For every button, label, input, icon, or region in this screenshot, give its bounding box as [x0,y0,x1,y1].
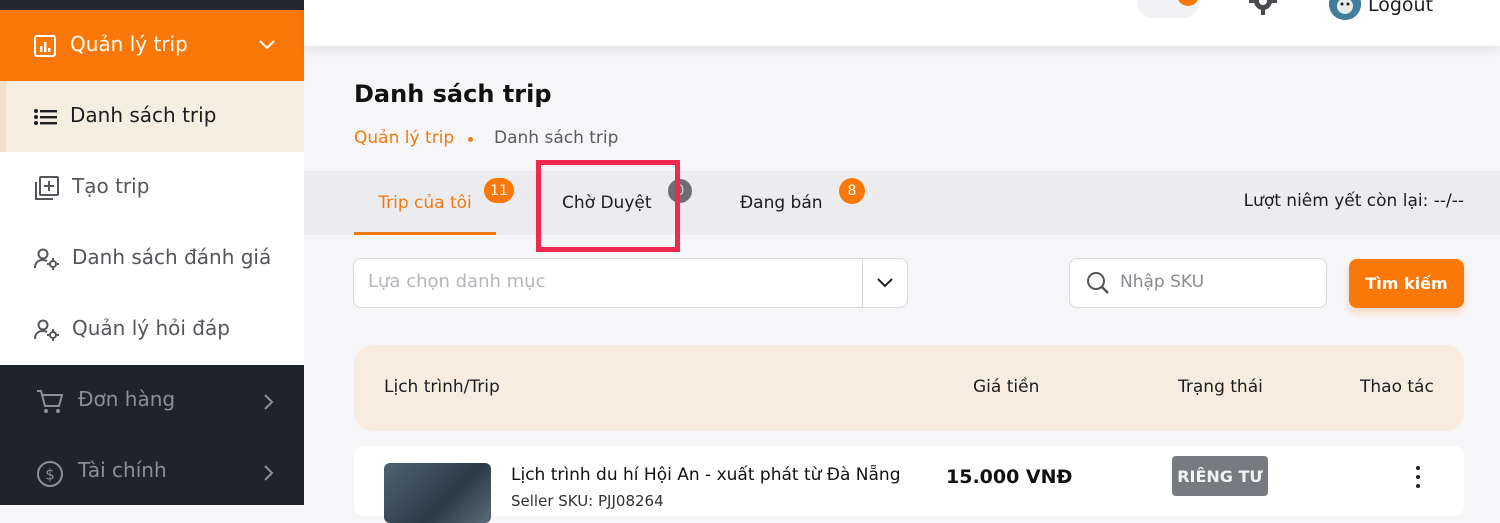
remaining-listings-text: Lượt niêm yết còn lại: --/-- [1243,191,1464,211]
sku-placeholder: Nhập SKU [1120,272,1205,292]
column-header-trip: Lịch trình/Trip [384,377,500,397]
status-badge: RIÊNG TƯ [1172,456,1268,496]
more-actions-icon[interactable] [1408,464,1428,494]
column-header-price: Giá tiền [973,377,1040,397]
search-button[interactable]: Tìm kiếm [1349,259,1464,308]
tab-label: Đang bán [740,193,823,213]
user-gear-icon [34,248,60,270]
search-icon [1086,271,1110,299]
user-gear-icon [34,319,60,341]
topbar: Logout [304,0,1500,46]
table-header: Lịch trình/Trip Giá tiền Trạng thái Thao… [354,345,1464,431]
tab-count-badge: 11 [484,178,514,203]
toggle-knob [1177,0,1199,6]
sidebar-item-label: Tài chính [78,458,167,482]
trip-thumbnail [384,463,491,523]
tab-label: Trip của tôi [378,193,472,213]
sidebar-item-label: Danh sách đánh giá [72,245,272,269]
sidebar-item-create-trip[interactable]: Tạo trip [0,152,304,223]
breadcrumb-item-trip-management[interactable]: Quản lý trip [354,128,454,148]
logout-link[interactable]: Logout [1368,0,1433,16]
chevron-down-icon[interactable] [875,273,895,297]
select-divider [862,259,863,307]
page-title: Danh sách trip [354,80,552,108]
dollar-icon: $ [36,460,64,488]
column-header-status: Trạng thái [1178,377,1263,397]
tab-count-badge: 8 [839,178,865,204]
sidebar-item-orders[interactable]: Đơn hàng [0,365,304,436]
sku-search-input[interactable]: Nhập SKU [1069,258,1327,308]
sidebar-item-label: Danh sách trip [70,103,217,127]
trip-price: 15.000 VNĐ [946,466,1073,488]
gear-icon[interactable] [1248,0,1278,20]
trip-title[interactable]: Lịch trình du hí Hội An - xuất phát từ Đ… [511,465,901,485]
sidebar-top-strip [0,0,304,10]
sidebar-item-review-list[interactable]: Danh sách đánh giá [0,223,304,294]
breadcrumb-item-trip-list: Danh sách trip [494,128,619,148]
table-row[interactable]: Lịch trình du hí Hội An - xuất phát từ Đ… [354,446,1464,523]
sidebar-item-qa-management[interactable]: Quản lý hỏi đáp [0,294,304,365]
category-select[interactable]: Lựa chọn danh mục [353,258,908,308]
cart-icon [36,389,64,415]
chevron-right-icon [262,393,274,411]
sidebar-item-label: Quản lý hỏi đáp [72,316,230,340]
avatar[interactable] [1329,0,1361,20]
highlight-annotation-box [536,160,680,252]
sidebar-item-finance[interactable]: $ Tài chính [0,436,304,507]
sidebar: Quản lý trip Danh sách trip Tạo trip Dan… [0,0,304,505]
sidebar-item-label: Tạo trip [72,174,150,198]
trip-seller-sku: Seller SKU: PJJ08264 [511,492,664,510]
sidebar-item-trip-management[interactable]: Quản lý trip [0,10,304,81]
chevron-right-icon [262,464,274,482]
sidebar-item-label: Quản lý trip [70,32,188,56]
breadcrumb-separator [468,137,473,142]
add-box-icon [34,175,60,201]
svg-text:$: $ [45,466,55,484]
tab-my-trips[interactable]: Trip của tôi [354,171,496,235]
sidebar-item-trip-list[interactable]: Danh sách trip [0,81,304,152]
category-placeholder: Lựa chọn danh mục [368,271,546,292]
list-icon [34,107,58,127]
chevron-down-icon [258,38,276,52]
column-header-actions: Thao tác [1360,377,1434,397]
theme-toggle[interactable] [1137,0,1199,18]
sidebar-item-label: Đơn hàng [78,387,176,411]
tabs-bar: Trip của tôi 11 Chờ Duyệt 0 Đang bán 8 L… [304,171,1500,235]
chart-icon [33,34,57,58]
tab-selling[interactable]: Đang bán [740,171,823,235]
